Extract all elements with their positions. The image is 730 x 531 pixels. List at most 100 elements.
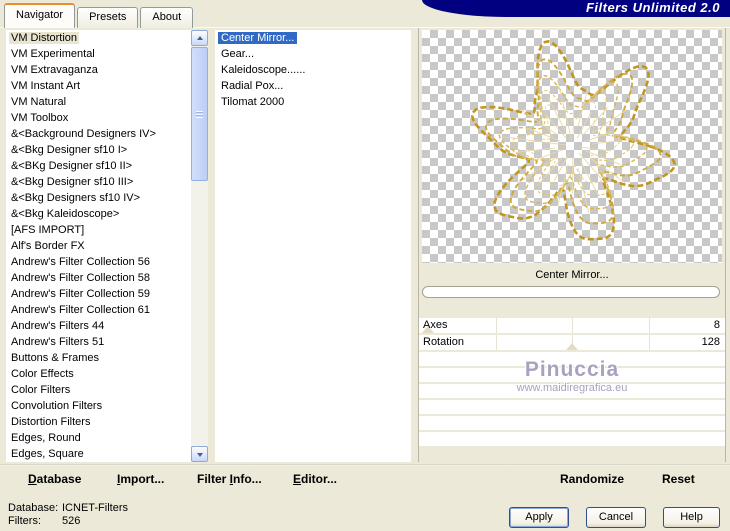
category-item[interactable]: Color Effects: [6, 366, 191, 382]
status-value: ICNET-Filters: [62, 502, 128, 514]
category-item[interactable]: Alf's Border FX: [6, 238, 191, 254]
filter-list[interactable]: Center Mirror... Gear... Kaleidoscope.....…: [215, 30, 411, 462]
slider-row-empty: [419, 432, 725, 446]
category-item[interactable]: Andrew's Filter Collection 59: [6, 286, 191, 302]
category-item[interactable]: VM Distortion: [6, 30, 191, 46]
category-item[interactable]: &<Bkg Designer sf10 I>: [6, 142, 191, 158]
category-item-label: Alf's Border FX: [11, 240, 85, 252]
category-item[interactable]: Andrew's Filter Collection 58: [6, 270, 191, 286]
slider-row-empty: [419, 384, 725, 398]
category-item[interactable]: Edges, Round: [6, 430, 191, 446]
status-area: Database: ICNET-Filters Filters: 526: [8, 502, 128, 528]
category-item-label: &<Bkg Designers sf10 IV>: [11, 192, 141, 204]
tab-presets[interactable]: Presets: [77, 7, 139, 28]
category-item-label: VM Experimental: [11, 48, 95, 60]
slider-tick: [495, 318, 497, 333]
category-item-label: Buttons & Frames: [11, 352, 100, 364]
import-button[interactable]: Import...: [117, 472, 164, 486]
category-item[interactable]: Convolution Filters: [6, 398, 191, 414]
slider-row-empty: [419, 368, 725, 382]
category-item-label: &<Bkg Designer sf10 I>: [11, 144, 128, 156]
slider-value: 128: [701, 336, 720, 348]
category-item[interactable]: &<BKg Designer sf10 II>: [6, 158, 191, 174]
help-button[interactable]: Help: [663, 507, 720, 528]
tab-navigator[interactable]: Navigator: [4, 3, 76, 28]
category-item[interactable]: Distortion Filters: [6, 414, 191, 430]
slider-stack: Axes 8 Rotation 128: [419, 318, 725, 448]
category-item[interactable]: Andrew's Filters 51: [6, 334, 191, 350]
category-item-label: VM Extravaganza: [11, 64, 98, 76]
scroll-down-icon[interactable]: [191, 446, 208, 462]
category-item-label: Distortion Filters: [11, 416, 91, 428]
tab-strip: Navigator Presets About: [4, 3, 195, 28]
category-item-label: VM Natural: [11, 96, 67, 108]
category-item-label: [AFS IMPORT]: [11, 224, 85, 236]
slider-rotation[interactable]: Rotation 128: [419, 335, 725, 350]
slider-row-empty: [419, 400, 725, 414]
status-label: Filters:: [8, 515, 41, 527]
progress-bar: [422, 286, 720, 298]
category-item-label: &<BKg Designer sf10 II>: [11, 160, 133, 172]
category-item[interactable]: Andrew's Filters 44: [6, 318, 191, 334]
category-item-label: Color Effects: [11, 368, 74, 380]
category-item-label: Color Filters: [11, 384, 71, 396]
cancel-button[interactable]: Cancel: [586, 507, 646, 528]
filter-info-button[interactable]: Filter Info...: [197, 472, 262, 486]
category-item[interactable]: &<Background Designers IV>: [6, 126, 191, 142]
preview-canvas: [422, 30, 722, 263]
tab-about[interactable]: About: [140, 7, 194, 28]
category-item[interactable]: &<Bkg Designer sf10 III>: [6, 174, 191, 190]
filter-item[interactable]: Gear...: [215, 46, 411, 62]
category-item-label: Andrew's Filter Collection 61: [11, 304, 151, 316]
filter-item[interactable]: Kaleidoscope......: [215, 62, 411, 78]
reset-button[interactable]: Reset: [662, 472, 695, 486]
slider-row-empty: [419, 352, 725, 366]
category-item-label: VM Instant Art: [11, 80, 81, 92]
filter-item[interactable]: Tilomat 2000: [215, 94, 411, 110]
category-item[interactable]: VM Instant Art: [6, 78, 191, 94]
category-item[interactable]: &<Bkg Kaleidoscope>: [6, 206, 191, 222]
selected-filter-label: Center Mirror...: [535, 269, 609, 281]
category-item[interactable]: Andrew's Filter Collection 56: [6, 254, 191, 270]
category-item-label: VM Toolbox: [11, 112, 69, 124]
apply-button[interactable]: Apply: [509, 507, 569, 528]
category-item[interactable]: [AFS IMPORT]: [6, 222, 191, 238]
category-item[interactable]: Color Filters: [6, 382, 191, 398]
filter-item-label: Tilomat 2000: [221, 96, 285, 108]
category-item[interactable]: VM Natural: [6, 94, 191, 110]
randomize-button[interactable]: Randomize: [560, 472, 624, 486]
filter-item-label: Kaleidoscope......: [221, 64, 306, 76]
editor-button[interactable]: Editor...: [293, 472, 337, 486]
category-item[interactable]: Buttons & Frames: [6, 350, 191, 366]
category-item-label: Andrew's Filter Collection 58: [11, 272, 151, 284]
category-item-label: Andrew's Filter Collection 59: [11, 288, 151, 300]
scrollbar-thumb[interactable]: [191, 47, 208, 181]
slider-thumb-icon[interactable]: [566, 343, 578, 350]
category-item-label: Edges, Square: [11, 448, 84, 460]
database-button[interactable]: Database: [28, 472, 81, 486]
status-label: Database:: [8, 502, 59, 514]
category-item-label: Andrew's Filters 51: [11, 336, 105, 348]
slider-value: 8: [713, 319, 720, 331]
category-list[interactable]: VM Distortion VM Experimental VM Extravaga…: [6, 30, 191, 462]
slider-label: Rotation: [423, 336, 464, 348]
category-item[interactable]: VM Extravaganza: [6, 62, 191, 78]
status-row: Filters: 526: [8, 515, 128, 528]
category-scrollbar[interactable]: [191, 30, 208, 462]
category-item[interactable]: VM Toolbox: [6, 110, 191, 126]
preview-panel: Center Mirror... Axes 8 Rotation 128 Pinucc…: [418, 28, 726, 462]
scroll-up-icon[interactable]: [191, 30, 208, 46]
filter-item[interactable]: Center Mirror...: [215, 30, 411, 46]
filter-item[interactable]: Radial Pox...: [215, 78, 411, 94]
category-item-label: &<Background Designers IV>: [11, 128, 156, 140]
filter-item-label: Gear...: [221, 48, 255, 60]
category-item[interactable]: &<Bkg Designers sf10 IV>: [6, 190, 191, 206]
category-item[interactable]: VM Experimental: [6, 46, 191, 62]
category-item-label: Convolution Filters: [11, 400, 103, 412]
category-item[interactable]: Andrew's Filter Collection 61: [6, 302, 191, 318]
category-item[interactable]: Edges, Square: [6, 446, 191, 462]
slider-axes[interactable]: Axes 8: [419, 318, 725, 333]
slider-tick: [648, 318, 650, 333]
category-item-label: Andrew's Filter Collection 56: [11, 256, 151, 268]
slider-row-empty: [419, 416, 725, 430]
